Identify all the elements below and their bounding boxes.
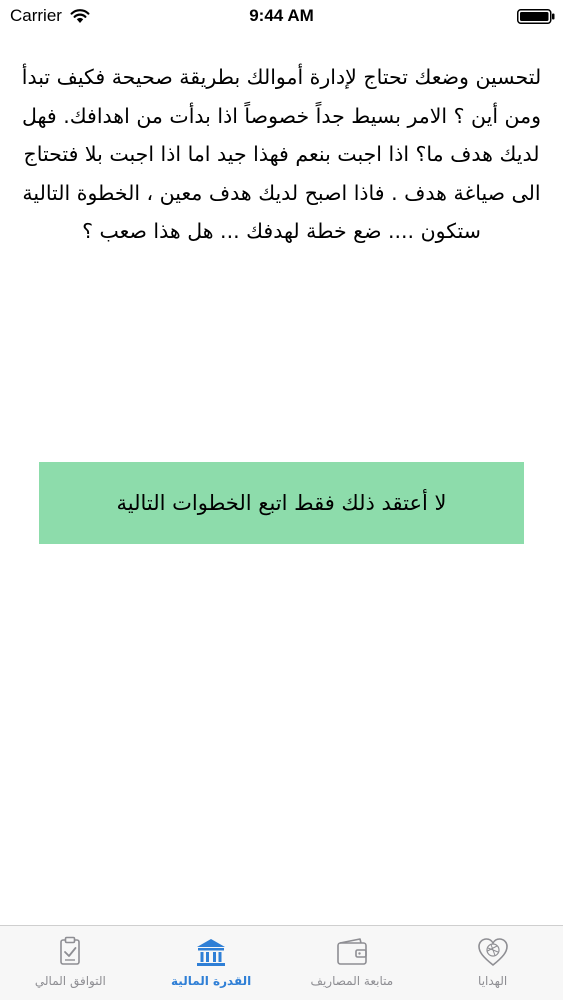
tab-label: التوافق المالي <box>34 974 106 988</box>
tab-gifts[interactable]: الهدايا <box>422 926 563 1000</box>
status-time: 9:44 AM <box>249 6 314 25</box>
tab-label: القدرة المالية <box>171 974 252 988</box>
tab-financial-compatibility[interactable]: التوافق المالي <box>0 926 141 1000</box>
tab-label: متابعة المصاريف <box>310 974 394 988</box>
intro-paragraph: لتحسين وضعك تحتاج لإدارة أموالك بطريقة ص… <box>21 65 542 243</box>
tab-label: الهدايا <box>478 974 508 988</box>
battery-icon <box>517 9 555 24</box>
clipboard-check-icon <box>60 936 81 965</box>
heart-icon <box>477 938 508 966</box>
tab-bar: التوافق المالي القدرة المالية متابعة الم… <box>0 925 563 1000</box>
tab-expense-tracking[interactable]: متابعة المصاريف <box>282 926 423 1000</box>
wallet-icon <box>337 938 367 965</box>
follow-steps-button[interactable]: لا أعتقد ذلك فقط اتبع الخطوات التالية <box>39 462 524 544</box>
bank-icon <box>197 939 226 966</box>
tab-financial-ability[interactable]: القدرة المالية <box>141 926 282 1000</box>
status-bar: Carrier 9:44 AM <box>0 0 563 32</box>
